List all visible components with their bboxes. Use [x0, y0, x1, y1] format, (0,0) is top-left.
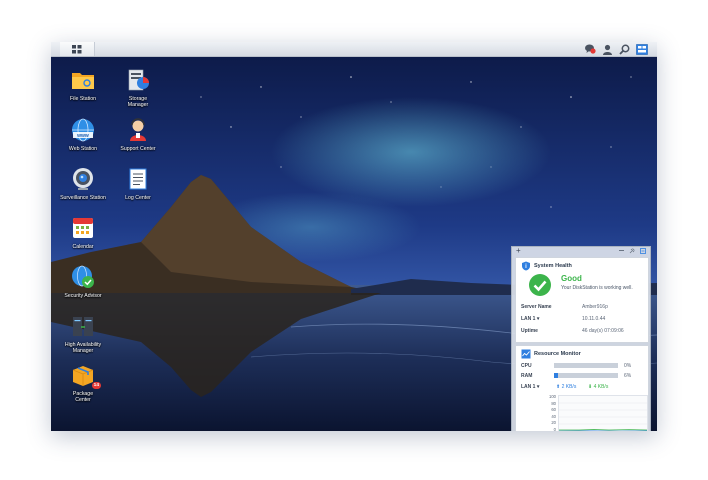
notification-button[interactable] [584, 43, 596, 55]
ram-usage-fill [554, 373, 558, 378]
uptime-label: Uptime [521, 328, 538, 334]
folder-icon [72, 73, 94, 89]
app-storage-manager[interactable]: Storage Manager [106, 67, 170, 108]
cpu-label: CPU [521, 363, 532, 369]
network-chart-y-ticks: 100 80 60 40 20 0 [542, 394, 556, 431]
app-label: Web Station [68, 146, 98, 152]
app-security-advisor[interactable]: Security Advisor [51, 264, 115, 299]
y-tick: 20 [551, 420, 556, 426]
app-log-center[interactable]: Log Center [106, 166, 170, 201]
taskbar [51, 42, 657, 57]
app-label: Calendar [72, 244, 94, 250]
add-widget-button[interactable]: + [516, 246, 521, 255]
storage-manager-icon [128, 69, 149, 91]
y-tick: 40 [551, 413, 556, 419]
shield-icon: i [522, 261, 530, 271]
ram-value: 6% [624, 373, 632, 379]
system-health-widget: i System Health Good Your DiskStation is… [515, 257, 649, 343]
lan-ip-value: 10.11.0.44 [582, 316, 606, 322]
app-label: High Availability Manager [64, 342, 102, 354]
app-label: Log Center [125, 195, 151, 201]
main-menu-icon [72, 44, 82, 53]
log-center-icon [129, 168, 147, 190]
cpu-value: 0% [624, 363, 632, 369]
minimize-icon[interactable] [619, 250, 624, 251]
uptime-value: 46 day(s) 07:09:06 [582, 328, 624, 334]
server-name-label: Server Name [521, 304, 552, 310]
widgets-button[interactable] [636, 43, 648, 55]
package-center-badge: 14 [91, 382, 101, 389]
y-tick: 0 [553, 426, 556, 431]
upload-arrow-icon: ⬆ [556, 384, 561, 390]
app-package-center[interactable]: 14 Package Center [51, 362, 115, 403]
web-station-icon: www [72, 118, 94, 142]
download-value: 4 KB/s [593, 384, 609, 390]
app-label: Package Center [72, 391, 94, 403]
app-label: Support Center [120, 146, 156, 152]
cpu-usage-bar [554, 363, 618, 368]
app-support-center[interactable]: Support Center [106, 117, 170, 152]
server-name-value: Amber916p [582, 304, 608, 310]
widgets-icon [636, 43, 648, 55]
widget-panel-header: + [512, 246, 650, 256]
resource-monitor-widget: Resource Monitor CPU 0% RAM 6% LAN 1 ▾ ⬆… [515, 345, 649, 431]
health-status-detail: Your DiskStation is working well. [561, 285, 633, 291]
upload-rate: ⬆ 2 KB/s [556, 384, 576, 390]
support-center-icon [130, 118, 146, 141]
high-availability-icon [73, 317, 93, 336]
ram-label: RAM [521, 373, 533, 379]
network-traffic-chart [558, 395, 648, 431]
app-label: File Station [70, 96, 96, 102]
app-label: Storage Manager [127, 96, 149, 108]
y-tick: 60 [551, 407, 556, 413]
app-high-availability-manager[interactable]: High Availability Manager [51, 313, 115, 354]
search-icon [618, 44, 629, 55]
status-good-icon [529, 274, 551, 296]
y-tick: 100 [549, 394, 556, 399]
download-rate: ⬇ 4 KB/s [588, 384, 608, 390]
widget-panel: + i System Health Good Your DiskStation … [511, 246, 651, 431]
app-calendar[interactable]: Calendar [51, 215, 115, 250]
ram-usage-bar [554, 373, 618, 378]
app-label: Security Advisor [64, 293, 102, 299]
surveillance-camera-icon [73, 168, 93, 190]
health-status: Good [561, 274, 582, 283]
network-lan-dropdown[interactable]: LAN 1 ▾ [521, 384, 539, 390]
lan-dropdown[interactable]: LAN 1 ▾ [521, 316, 539, 322]
security-advisor-icon [72, 265, 94, 288]
y-tick: 80 [551, 400, 556, 406]
pin-icon[interactable] [629, 248, 635, 254]
user-icon [602, 44, 612, 55]
dsm-window: File Station www Web Station Surveillanc… [51, 42, 657, 431]
svg-text:www: www [76, 133, 89, 139]
resource-monitor-title: Resource Monitor [534, 351, 581, 357]
user-button[interactable] [601, 43, 613, 55]
calendar-icon [73, 218, 93, 238]
main-menu-button[interactable] [60, 42, 95, 56]
settings-icon[interactable] [640, 248, 646, 254]
download-line [559, 429, 647, 431]
download-arrow-icon: ⬇ [588, 384, 593, 390]
app-label: Surveillance Station [60, 195, 106, 201]
upload-value: 2 KB/s [561, 384, 577, 390]
system-health-title: System Health [534, 263, 572, 269]
search-button[interactable] [618, 43, 630, 55]
notification-icon [585, 44, 596, 54]
desktop: File Station www Web Station Surveillanc… [51, 57, 657, 431]
resource-monitor-icon [521, 349, 531, 359]
